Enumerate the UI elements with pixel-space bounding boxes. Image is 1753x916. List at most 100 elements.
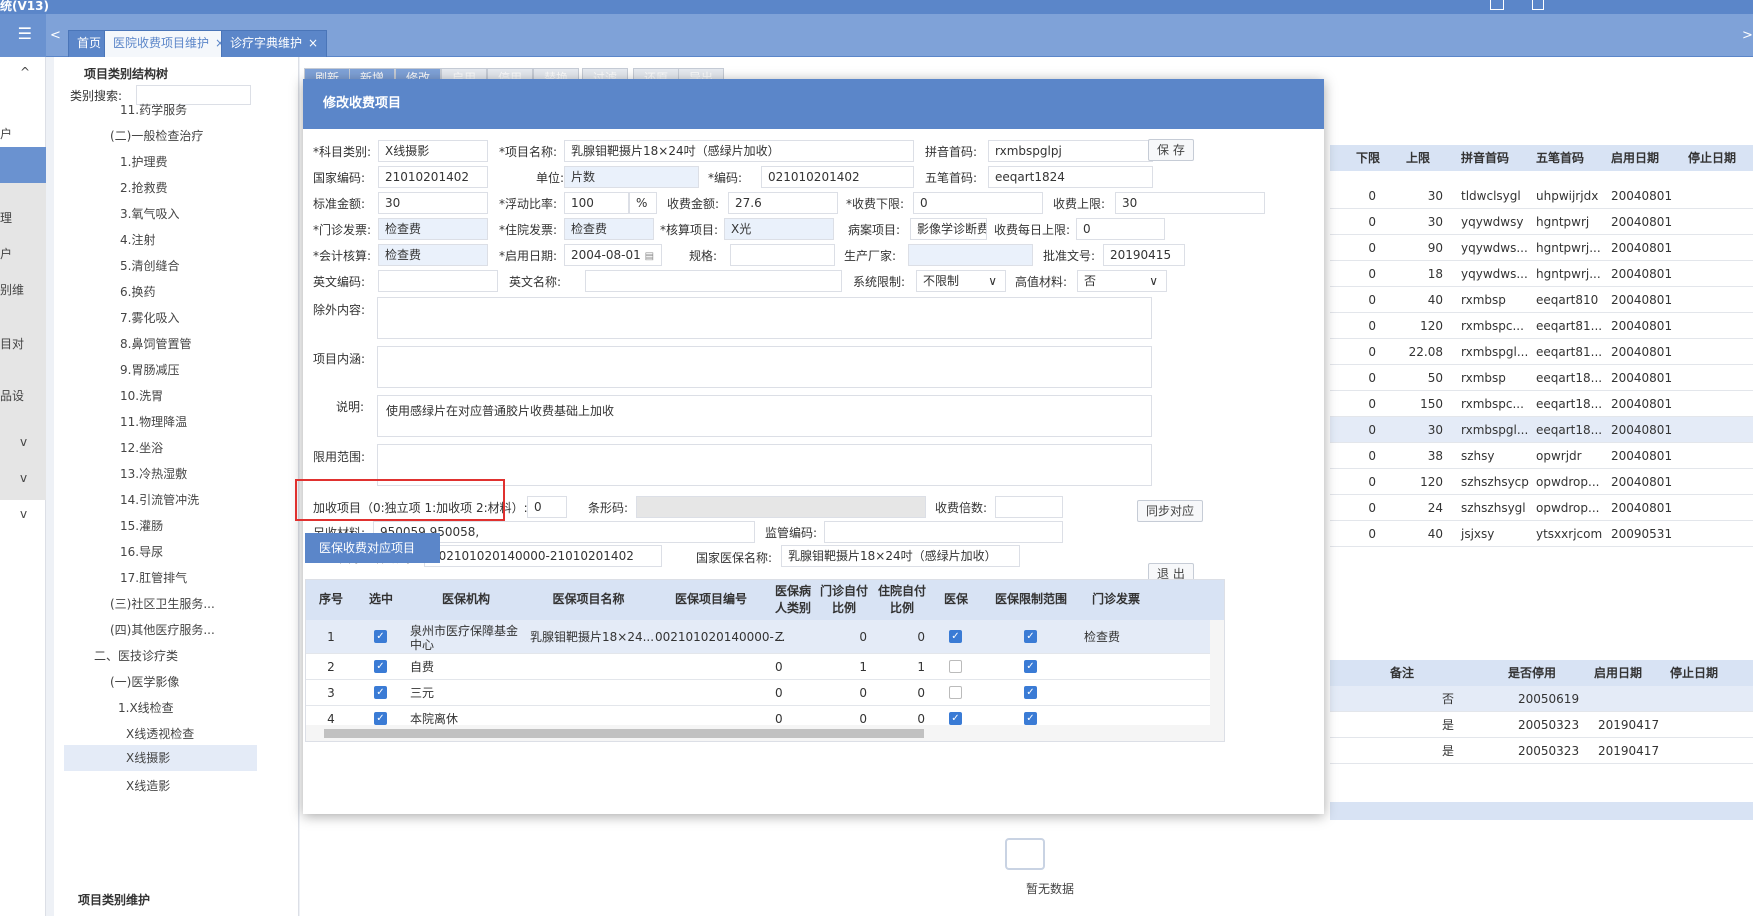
tree-node[interactable]: 5.清创缝合 — [120, 257, 179, 274]
table-row[interactable]: 3 ✓ 三元 0 0 0 ✓ — [306, 680, 1224, 706]
accounting-field[interactable]: 检查费 — [378, 244, 488, 266]
supervision-code-field[interactable] — [824, 521, 1063, 543]
checkbox[interactable]: ✓ — [1024, 660, 1037, 673]
nav-item-label[interactable]: 理 — [0, 209, 12, 226]
nav-item-label[interactable]: 品设 — [0, 387, 24, 404]
chevron-down-icon[interactable]: v — [20, 507, 27, 521]
checkbox[interactable]: ✓ — [374, 660, 387, 673]
checkbox[interactable] — [949, 660, 962, 673]
tree-node[interactable]: 13.冷热湿敷 — [120, 465, 187, 482]
tree-node[interactable]: (二)一般检查治疗 — [110, 127, 203, 144]
fee-amount-field[interactable]: 27.6 — [728, 192, 838, 214]
table-row[interactable]: 0 30 yqywdwsy hgntpwrj 20040801 — [1330, 209, 1753, 235]
table-row[interactable]: 0 40 jsjxsy ytsxxrjcom 20090531 — [1330, 521, 1753, 547]
tree-node[interactable]: 二、医技诊疗类 — [94, 647, 178, 664]
national-code-field[interactable]: 21010201402 — [378, 166, 488, 188]
nav-item-label[interactable]: 目对 — [0, 335, 24, 352]
user-icon[interactable] — [1532, 0, 1544, 10]
tree-node[interactable]: 17.肛管排气 — [120, 569, 187, 586]
table-row[interactable]: 0 40 rxmbsp eeqart810 20040801 — [1330, 287, 1753, 313]
checkbox[interactable]: ✓ — [1024, 686, 1037, 699]
english-code-field[interactable] — [378, 270, 498, 292]
tree-node[interactable]: 1.护理费 — [120, 153, 167, 170]
fee-max-field[interactable]: 30 — [1115, 192, 1265, 214]
unit-field[interactable]: 片数 — [564, 166, 699, 188]
tree-node[interactable]: 7.雾化吸入 — [120, 309, 179, 326]
nav-item-label[interactable]: 护 — [0, 91, 12, 108]
fee-min-field[interactable]: 0 — [913, 192, 1043, 214]
tree-node[interactable]: X线透视检查 — [126, 725, 194, 742]
pinyin-code-field[interactable]: rxmbspglpj — [988, 140, 1153, 162]
checkbox[interactable]: ✓ — [374, 630, 387, 643]
tree-node[interactable]: X线摄影 — [64, 745, 257, 771]
save-button[interactable]: 保 存 — [1148, 139, 1194, 161]
table-row[interactable]: 0 38 szhsy opwrjdr 20040801 — [1330, 443, 1753, 469]
checkbox[interactable] — [949, 686, 962, 699]
english-name-field[interactable] — [585, 270, 842, 292]
hamburger-icon[interactable]: ☰ — [0, 14, 46, 57]
checkbox[interactable]: ✓ — [1024, 712, 1037, 725]
tree-node[interactable]: 6.换药 — [120, 283, 155, 300]
tree-node[interactable]: 1.X线检查 — [118, 699, 174, 716]
item-name-field[interactable]: 乳腺钼靶摄片18×24吋（感绿片加收） — [564, 140, 914, 162]
tree-node[interactable]: 4.注射 — [120, 231, 155, 248]
daily-max-field[interactable]: 0 — [1076, 218, 1165, 240]
system-limit-select[interactable]: 不限制 ∨ — [916, 270, 1006, 292]
sync-mapping-button[interactable]: 同步对应 — [1137, 500, 1204, 522]
checkbox[interactable]: ✓ — [374, 712, 387, 725]
table-row[interactable]: 0 90 yqywdws... hgntpwrj... 20040801 — [1330, 235, 1753, 261]
table-row[interactable]: 0 30 tldwclsygl uhpwijrjdx 20040801 — [1330, 183, 1753, 209]
table-row[interactable]: 0 150 rxmbspc... eeqart18... 20040801 — [1330, 391, 1753, 417]
table-vscroll[interactable] — [1210, 620, 1224, 725]
nav-item-label[interactable]: 户 — [0, 245, 12, 262]
outpatient-invoice-field[interactable]: 检查费 — [378, 218, 488, 240]
tab-diagnosis-dictionary[interactable]: 诊疗字典维护 × — [221, 30, 328, 57]
tree-node[interactable]: 11.药学服务 — [120, 101, 187, 118]
nav-collapse-icon[interactable]: ^ — [20, 65, 30, 79]
table-row[interactable]: 0 18 yqywdws... hgntpwrj... 20040801 — [1330, 261, 1753, 287]
checkbox[interactable]: ✓ — [949, 712, 962, 725]
scrollbar-thumb[interactable] — [324, 729, 924, 738]
national-insurance-name-field[interactable]: 乳腺钼靶摄片18×24吋（感绿片加收） — [781, 545, 1020, 567]
tab-hospital-fee-items[interactable]: 医院收费项目维护× — [104, 30, 235, 57]
tree-node[interactable]: 8.鼻饲管置管 — [120, 335, 191, 352]
surcharge-item-field[interactable]: 0 — [527, 496, 567, 518]
spec-field[interactable] — [730, 244, 835, 266]
tree-node[interactable]: 15.灌肠 — [120, 517, 163, 534]
tree-node[interactable]: 14.引流管冲洗 — [120, 491, 199, 508]
chevron-down-icon[interactable]: v — [20, 471, 27, 485]
table-row[interactable]: 是 20050323 20190417 — [1330, 712, 1753, 738]
float-ratio-field[interactable]: 100 — [564, 192, 629, 214]
checkbox[interactable]: ✓ — [374, 686, 387, 699]
table-row[interactable]: 0 120 szhszhsycp opwdrop... 20040801 — [1330, 469, 1753, 495]
chevron-down-icon[interactable]: v — [20, 435, 27, 449]
table-row[interactable]: 0 120 rxmbspc... eeqart81... 20040801 — [1330, 313, 1753, 339]
tree-node[interactable]: 12.坐浴 — [120, 439, 163, 456]
tree-node[interactable]: 11.物理降温 — [120, 413, 187, 430]
high-value-select[interactable]: 否 ∨ — [1077, 270, 1167, 292]
nav-item-label[interactable]: 别维 — [0, 281, 24, 298]
item-connotation-textarea[interactable] — [377, 346, 1152, 388]
close-icon[interactable]: × — [308, 36, 318, 50]
nav-item-label[interactable]: 户 — [0, 125, 12, 142]
tree-node[interactable]: 10.洗胃 — [120, 387, 163, 404]
tab-scroll-left-icon[interactable]: < — [50, 28, 61, 43]
table-row[interactable]: 2 ✓ 自费 0 1 1 ✓ — [306, 654, 1224, 680]
accounting-item-field[interactable]: X光 — [724, 218, 834, 240]
nav-item-active[interactable] — [0, 147, 46, 183]
checkbox[interactable]: ✓ — [1024, 630, 1037, 643]
tree-node[interactable]: 3.氧气吸入 — [120, 205, 179, 222]
code-field[interactable]: 021010201402 — [761, 166, 914, 188]
start-date-field[interactable]: 2004-08-01 ▤ — [564, 244, 662, 266]
approval-no-field[interactable]: 20190415 — [1103, 244, 1185, 266]
calendar-icon[interactable]: ▤ — [645, 251, 654, 262]
table-row[interactable]: 0 50 rxmbsp eeqart18... 20040801 — [1330, 365, 1753, 391]
fee-multiple-field[interactable] — [995, 496, 1063, 518]
tree-node[interactable]: X线造影 — [126, 777, 170, 794]
standard-amount-field[interactable]: 30 — [378, 192, 488, 214]
table-row[interactable]: 0 30 rxmbspgl... eeqart18... 20040801 — [1330, 417, 1753, 443]
tab-scroll-right-icon[interactable]: > — [1742, 28, 1753, 43]
table-row[interactable]: 1 ✓ 泉州市医疗保障基金中心 乳腺钼靶摄片18×24... 0021010201400… — [306, 620, 1224, 654]
checkbox[interactable]: ✓ — [949, 630, 962, 643]
subject-category-field[interactable]: X线摄影 — [378, 140, 488, 162]
